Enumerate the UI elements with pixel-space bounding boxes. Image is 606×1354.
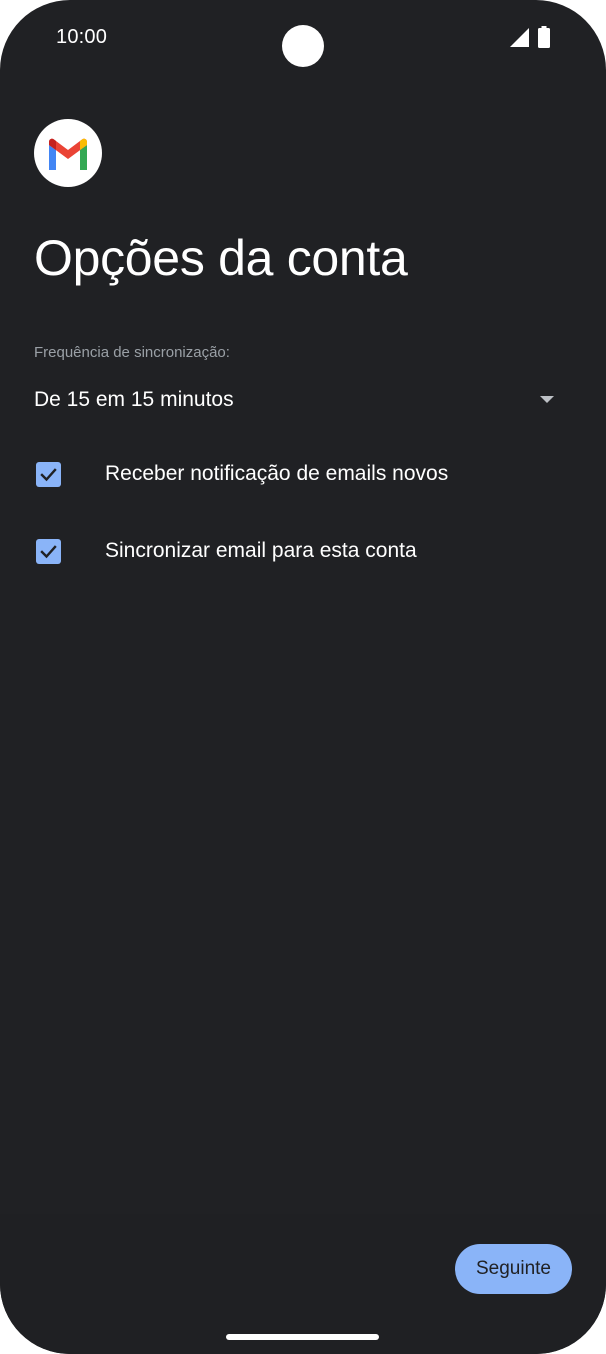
notify-new-emails-option[interactable]: Receber notificação de emails novos bbox=[34, 452, 574, 496]
notify-new-emails-label: Receber notificação de emails novos bbox=[105, 462, 449, 485]
dropdown-arrow-icon bbox=[540, 396, 554, 403]
status-time: 10:00 bbox=[56, 26, 108, 48]
signal-icon bbox=[510, 28, 529, 47]
notify-new-emails-checkbox[interactable] bbox=[36, 462, 61, 487]
camera-cutout bbox=[282, 25, 324, 67]
sync-frequency-dropdown[interactable]: De 15 em 15 minutos bbox=[34, 380, 564, 420]
status-bar: 10:00 bbox=[0, 0, 606, 76]
sync-email-option[interactable]: Sincronizar email para esta conta bbox=[34, 529, 574, 573]
sync-email-label: Sincronizar email para esta conta bbox=[105, 539, 417, 562]
phone-screen: 10:00 Opções da conta Frequência de sinc… bbox=[0, 0, 606, 1354]
battery-icon bbox=[538, 26, 550, 48]
sync-frequency-value: De 15 em 15 minutos bbox=[34, 388, 234, 411]
page-title: Opções da conta bbox=[34, 230, 408, 286]
checkmark-icon bbox=[40, 468, 57, 482]
sync-email-checkbox[interactable] bbox=[36, 539, 61, 564]
sync-frequency-label: Frequência de sincronização: bbox=[34, 344, 230, 361]
home-indicator[interactable] bbox=[226, 1334, 379, 1340]
gmail-logo-icon bbox=[34, 119, 102, 187]
checkmark-icon bbox=[40, 545, 57, 559]
next-button[interactable]: Seguinte bbox=[455, 1244, 572, 1294]
